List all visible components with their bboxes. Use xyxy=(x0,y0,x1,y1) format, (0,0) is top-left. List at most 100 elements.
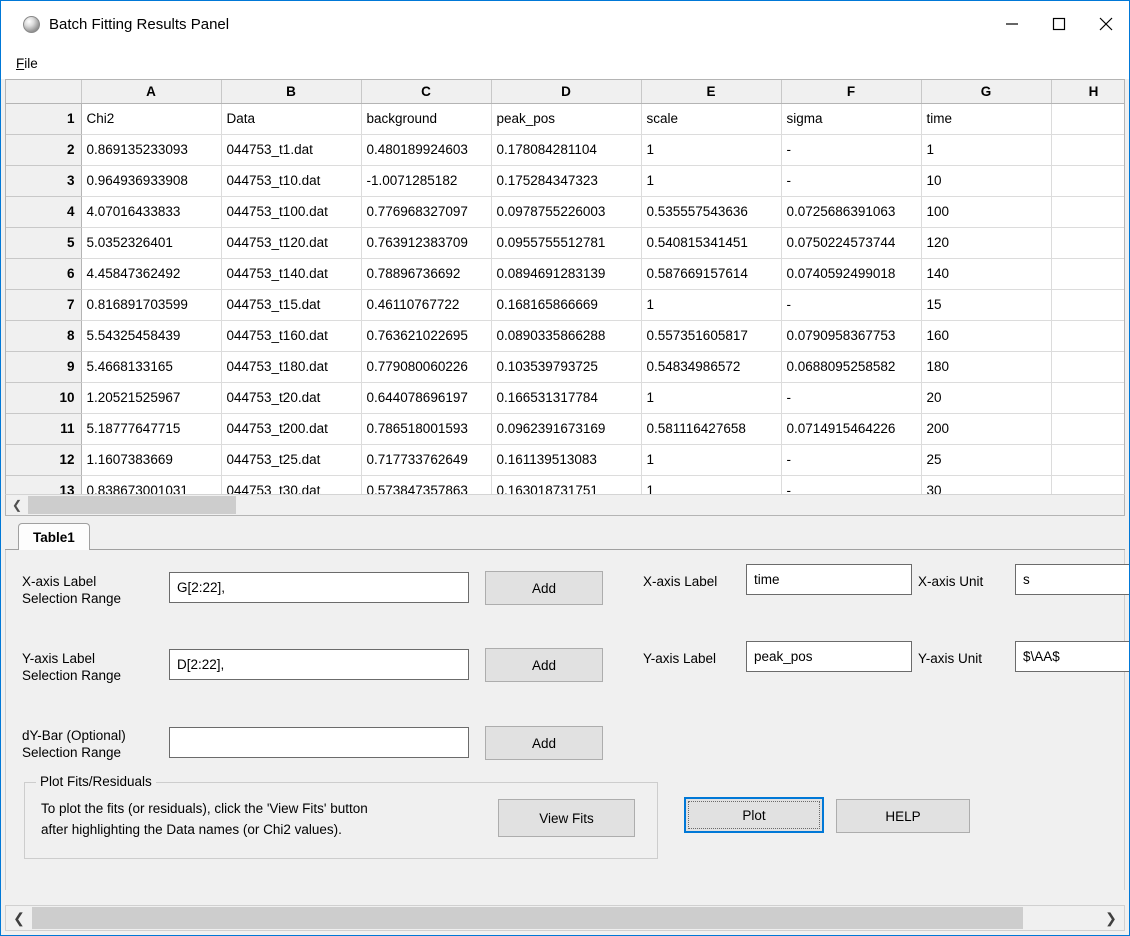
x-range-add-button[interactable]: Add xyxy=(485,571,603,605)
table-row[interactable]: 85.54325458439044753_t160.dat0.763621022… xyxy=(6,320,1125,351)
table-cell[interactable] xyxy=(1051,382,1125,413)
table-cell[interactable]: 0.557351605817 xyxy=(641,320,781,351)
x-axis-label-input[interactable] xyxy=(746,564,912,595)
table-cell[interactable]: 15 xyxy=(921,289,1051,320)
table-cell[interactable]: 1 xyxy=(641,165,781,196)
table-cell[interactable]: 0.0962391673169 xyxy=(491,413,641,444)
table-cell[interactable]: peak_pos xyxy=(491,103,641,134)
column-header-g[interactable]: G xyxy=(921,80,1051,103)
table-cell[interactable]: 0.779080060226 xyxy=(361,351,491,382)
table-cell[interactable] xyxy=(1051,134,1125,165)
table-cell[interactable]: 0.480189924603 xyxy=(361,134,491,165)
table-cell[interactable]: 044753_t180.dat xyxy=(221,351,361,382)
table-cell[interactable]: 044753_t160.dat xyxy=(221,320,361,351)
grid-corner-cell[interactable] xyxy=(6,80,81,103)
table-row[interactable]: 115.18777647715044753_t200.dat0.78651800… xyxy=(6,413,1125,444)
view-fits-button[interactable]: View Fits xyxy=(498,799,635,837)
row-header-cell[interactable]: 11 xyxy=(6,413,81,444)
table-cell[interactable]: 044753_t120.dat xyxy=(221,227,361,258)
table-cell[interactable] xyxy=(1051,196,1125,227)
table-cell[interactable] xyxy=(1051,258,1125,289)
table-cell[interactable] xyxy=(1051,475,1125,494)
table-cell[interactable] xyxy=(1051,351,1125,382)
table-cell[interactable]: 0.0890335866288 xyxy=(491,320,641,351)
close-button[interactable] xyxy=(1082,1,1129,47)
table-cell[interactable]: 0.816891703599 xyxy=(81,289,221,320)
row-header-cell[interactable]: 12 xyxy=(6,444,81,475)
row-header-cell[interactable]: 9 xyxy=(6,351,81,382)
table-row[interactable]: 1Chi2Databackgroundpeak_posscalesigmatim… xyxy=(6,103,1125,134)
chevron-left-icon[interactable]: ❮ xyxy=(6,495,28,515)
table-cell[interactable]: 160 xyxy=(921,320,1051,351)
table-cell[interactable]: 120 xyxy=(921,227,1051,258)
x-range-input[interactable] xyxy=(169,572,469,603)
table-cell[interactable]: 0.763912383709 xyxy=(361,227,491,258)
table-row[interactable]: 70.816891703599044753_t15.dat0.461107677… xyxy=(6,289,1125,320)
table-cell[interactable]: 1.20521525967 xyxy=(81,382,221,413)
table-row[interactable]: 44.07016433833044753_t100.dat0.776968327… xyxy=(6,196,1125,227)
table-cell[interactable]: 044753_t140.dat xyxy=(221,258,361,289)
table-cell[interactable]: 0.786518001593 xyxy=(361,413,491,444)
table-cell[interactable]: 1 xyxy=(641,444,781,475)
table-cell[interactable]: 0.0725686391063 xyxy=(781,196,921,227)
table-cell[interactable]: 0.161139513083 xyxy=(491,444,641,475)
table-cell[interactable]: 4.45847362492 xyxy=(81,258,221,289)
y-axis-label-input[interactable] xyxy=(746,641,912,672)
table-cell[interactable]: 0.535557543636 xyxy=(641,196,781,227)
table-cell[interactable]: 1.1607383669 xyxy=(81,444,221,475)
table-cell[interactable] xyxy=(1051,320,1125,351)
table-cell[interactable]: 0.175284347323 xyxy=(491,165,641,196)
row-header-cell[interactable]: 1 xyxy=(6,103,81,134)
table-cell[interactable]: 0.78896736692 xyxy=(361,258,491,289)
minimize-button[interactable] xyxy=(988,1,1035,47)
table-cell[interactable] xyxy=(1051,413,1125,444)
table-cell[interactable]: 0.54834986572 xyxy=(641,351,781,382)
column-header-h[interactable]: H xyxy=(1051,80,1125,103)
table-cell[interactable]: time xyxy=(921,103,1051,134)
table-cell[interactable]: 0.0740592499018 xyxy=(781,258,921,289)
table-cell[interactable]: 044753_t15.dat xyxy=(221,289,361,320)
column-header-c[interactable]: C xyxy=(361,80,491,103)
row-header-cell[interactable]: 10 xyxy=(6,382,81,413)
table-cell[interactable]: 0.46110767722 xyxy=(361,289,491,320)
table-cell[interactable]: background xyxy=(361,103,491,134)
help-button[interactable]: HELP xyxy=(836,799,970,833)
table-cell[interactable]: 0.581116427658 xyxy=(641,413,781,444)
table-cell[interactable]: Chi2 xyxy=(81,103,221,134)
row-header-cell[interactable]: 3 xyxy=(6,165,81,196)
table-scroll-track[interactable] xyxy=(28,495,1124,515)
dybar-range-add-button[interactable]: Add xyxy=(485,726,603,760)
maximize-button[interactable] xyxy=(1035,1,1082,47)
table-cell[interactable]: - xyxy=(781,382,921,413)
table-cell[interactable]: 5.0352326401 xyxy=(81,227,221,258)
table-cell[interactable]: 0.717733762649 xyxy=(361,444,491,475)
y-range-input[interactable] xyxy=(169,649,469,680)
table-cell[interactable]: 200 xyxy=(921,413,1051,444)
table-row[interactable]: 20.869135233093044753_t1.dat0.4801899246… xyxy=(6,134,1125,165)
table-cell[interactable]: 0.573847357863 xyxy=(361,475,491,494)
row-header-cell[interactable]: 5 xyxy=(6,227,81,258)
plot-button[interactable]: Plot xyxy=(684,797,824,833)
table-cell[interactable]: 1 xyxy=(641,382,781,413)
table-cell[interactable] xyxy=(1051,444,1125,475)
table-cell[interactable]: 0.540815341451 xyxy=(641,227,781,258)
table-cell[interactable]: 140 xyxy=(921,258,1051,289)
table-cell[interactable]: 044753_t30.dat xyxy=(221,475,361,494)
table-cell[interactable]: 0.964936933908 xyxy=(81,165,221,196)
table-cell[interactable]: 0.163018731751 xyxy=(491,475,641,494)
results-table[interactable]: A B C D E F G H 1Chi2Databackgroundpeak_… xyxy=(5,79,1125,494)
table-scroll-thumb[interactable] xyxy=(28,496,236,514)
table-horizontal-scrollbar[interactable]: ❮ xyxy=(5,494,1125,516)
table-cell[interactable]: 180 xyxy=(921,351,1051,382)
table-row[interactable]: 121.1607383669044753_t25.dat0.7177337626… xyxy=(6,444,1125,475)
table-cell[interactable]: 0.103539793725 xyxy=(491,351,641,382)
window-scroll-track[interactable] xyxy=(32,906,1098,930)
tab-table1[interactable]: Table1 xyxy=(18,523,90,551)
table-cell[interactable]: 30 xyxy=(921,475,1051,494)
row-header-cell[interactable]: 6 xyxy=(6,258,81,289)
menu-item-file[interactable]: File xyxy=(13,54,41,73)
table-cell[interactable]: 4.07016433833 xyxy=(81,196,221,227)
table-cell[interactable]: 044753_t100.dat xyxy=(221,196,361,227)
table-cell[interactable]: 5.18777647715 xyxy=(81,413,221,444)
table-cell[interactable]: 1 xyxy=(641,475,781,494)
